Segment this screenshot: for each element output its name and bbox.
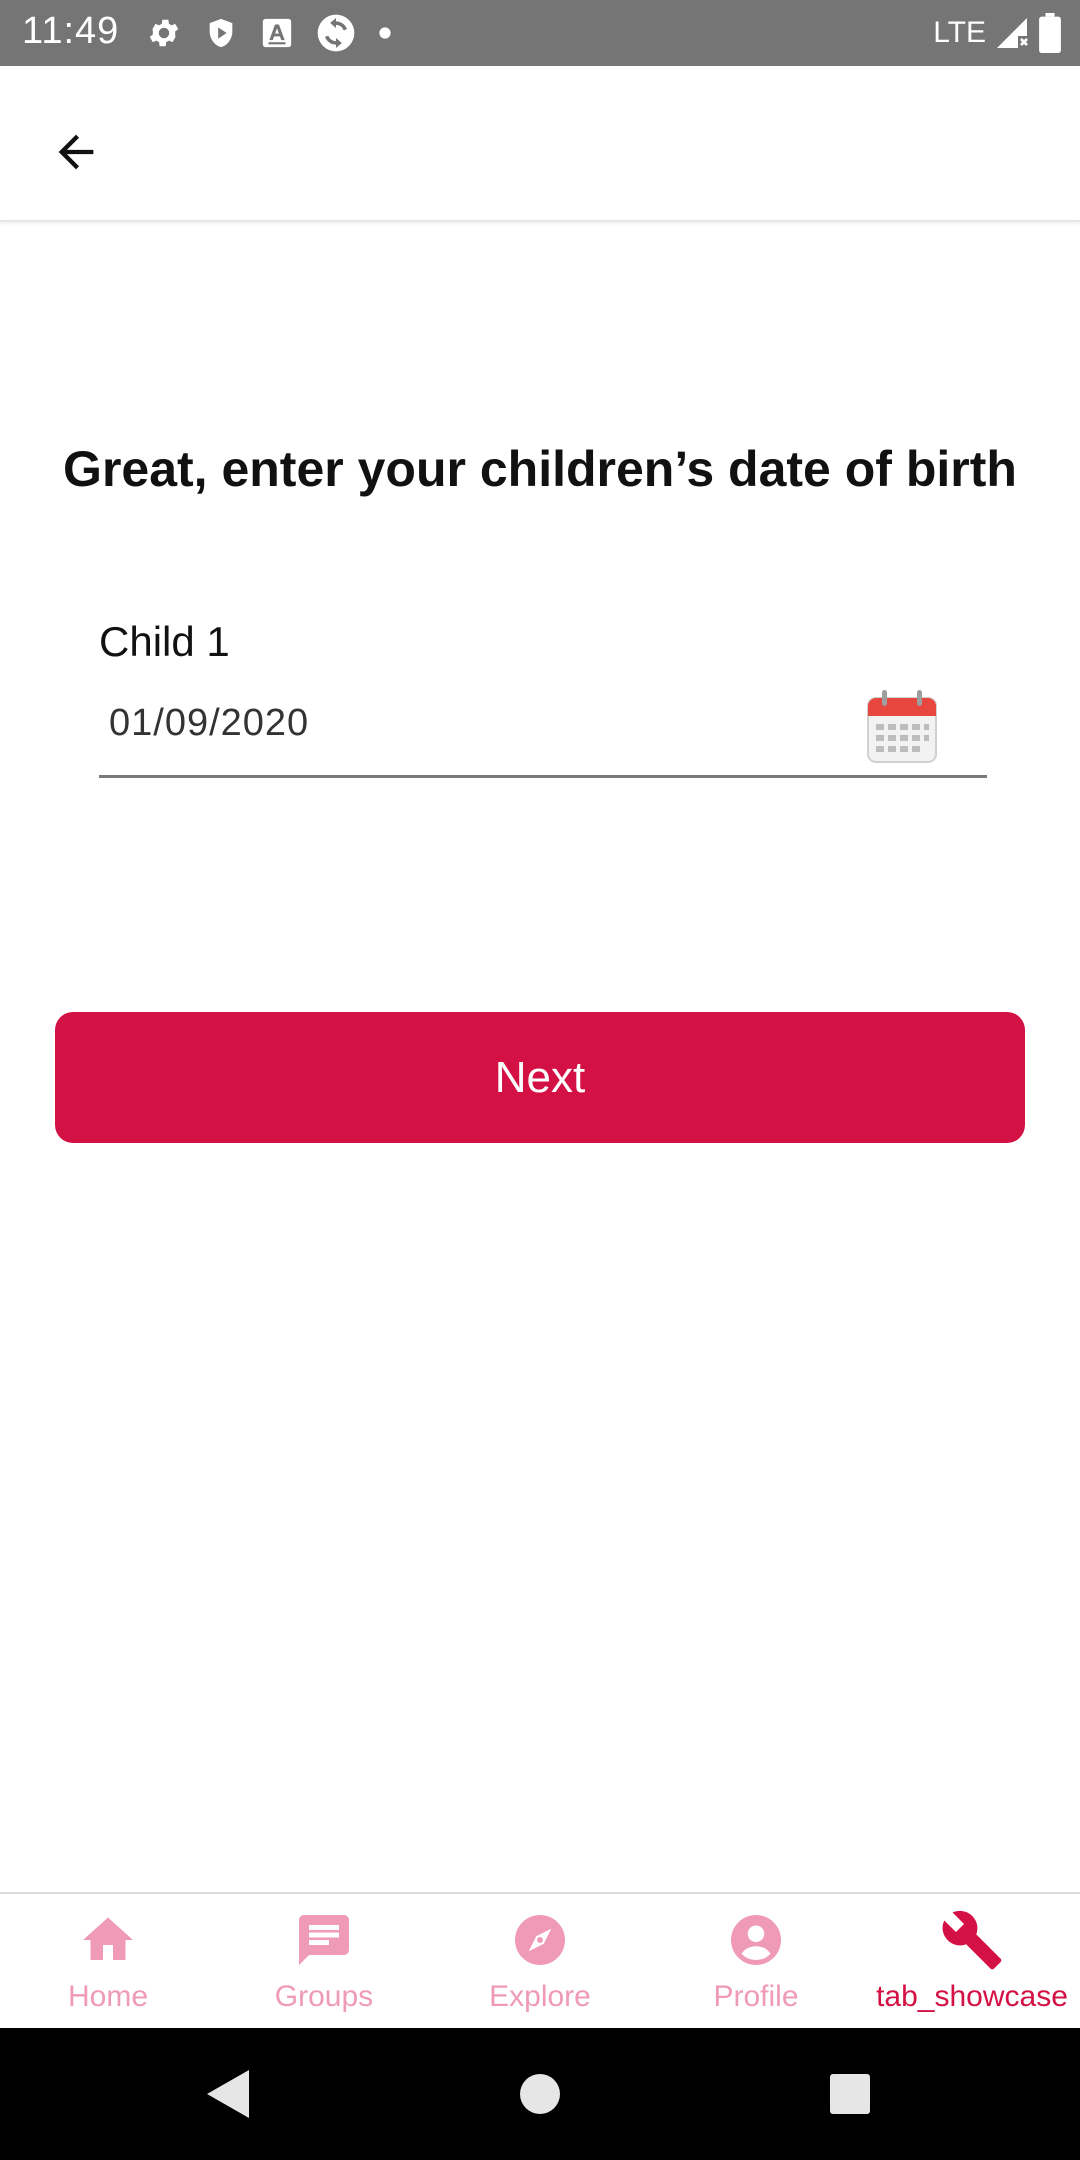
- home-icon: [83, 1917, 133, 1960]
- dot-icon: [379, 27, 391, 39]
- status-right-icons: LTE: [933, 10, 1062, 56]
- status-time: 11:49: [22, 10, 120, 52]
- system-home-button[interactable]: [474, 2028, 606, 2160]
- home-circle-icon: [520, 2074, 560, 2114]
- nav-item-tab-showcase[interactable]: tab_showcase: [864, 1894, 1080, 2030]
- status-bar: 11:49 LTE: [0, 0, 1080, 66]
- nav-label-groups: Groups: [274, 1980, 374, 2013]
- chat-icon: [299, 1915, 349, 1965]
- next-button[interactable]: Next: [55, 1012, 1025, 1143]
- system-recents-button[interactable]: [784, 2028, 916, 2160]
- sync-icon: [317, 14, 355, 52]
- a-icon: [262, 18, 292, 48]
- nav-label-explore: Explore: [489, 1980, 591, 2013]
- child-label: Child 1: [99, 618, 230, 665]
- page-title: Great, enter your children’s date of bir…: [63, 441, 1017, 497]
- nav-item-explore[interactable]: Explore: [432, 1894, 648, 2030]
- wrench-icon: [942, 1910, 1002, 1970]
- compass-icon: [515, 1915, 565, 1965]
- back-button[interactable]: [40, 116, 112, 188]
- settings-icon: [149, 19, 179, 47]
- nav-item-groups[interactable]: Groups: [216, 1894, 432, 2030]
- shield-icon: [209, 18, 233, 48]
- calendar-icon[interactable]: [865, 688, 939, 766]
- system-back-button[interactable]: [162, 2028, 294, 2160]
- system-nav-bar: [0, 2028, 1080, 2160]
- network-type: LTE: [933, 16, 986, 49]
- nav-label-tab-showcase: tab_showcase: [876, 1980, 1068, 2013]
- back-triangle-icon: [207, 2070, 249, 2118]
- status-notification-icons: [146, 11, 392, 55]
- nav-item-home[interactable]: Home: [0, 1894, 216, 2030]
- bottom-nav: Home Groups Explore Profile tab_showcase: [0, 1892, 1080, 2030]
- nav-label-profile: Profile: [713, 1980, 799, 2013]
- date-of-birth-field[interactable]: 01/09/2020: [99, 688, 987, 778]
- nav-item-profile[interactable]: Profile: [648, 1894, 864, 2030]
- recents-square-icon: [830, 2074, 870, 2114]
- arrow-left-icon: [58, 134, 94, 170]
- nav-label-home: Home: [67, 1980, 149, 2013]
- app-bar: [0, 66, 1080, 222]
- date-value: 01/09/2020: [109, 702, 310, 744]
- battery-icon: [1039, 13, 1061, 53]
- signal-icon: [997, 18, 1028, 48]
- person-icon: [731, 1915, 781, 1965]
